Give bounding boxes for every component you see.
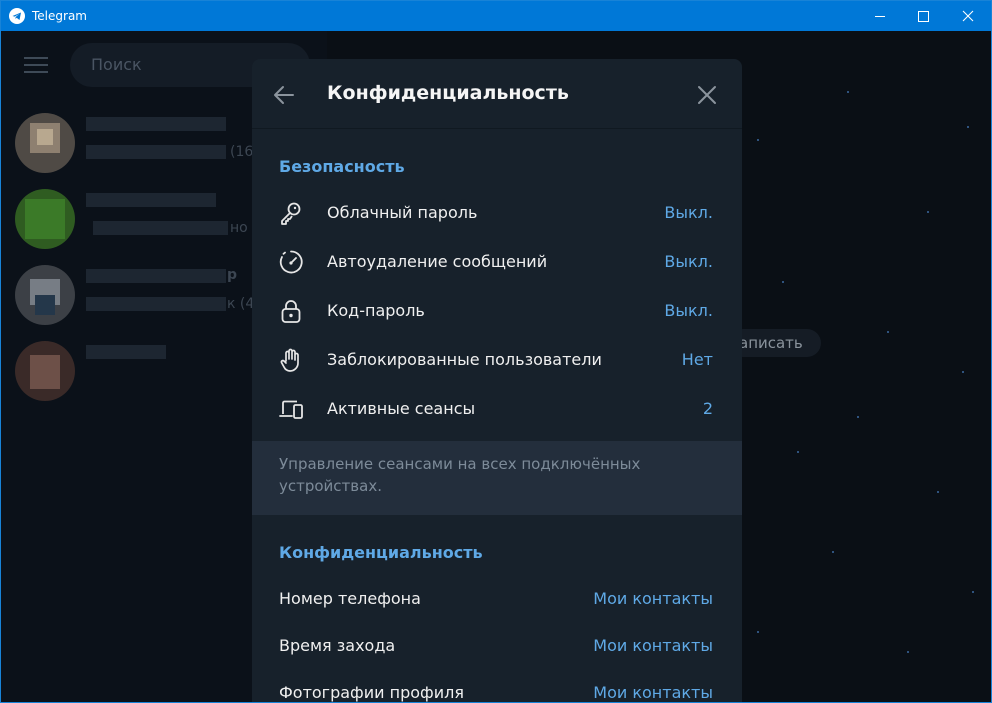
row-value: 2 [702, 399, 713, 418]
background-pattern-dot [967, 126, 969, 128]
background-pattern-dot [937, 491, 939, 493]
background-pattern-dot [797, 451, 799, 453]
avatar [15, 113, 75, 173]
background-pattern-dot [857, 416, 859, 418]
row-value: Мои контакты [593, 683, 713, 702]
security-section-heading: Безопасность [279, 157, 405, 176]
auto-delete-messages-row[interactable]: Автоудаление сообщений Выкл. [252, 238, 742, 287]
active-sessions-row[interactable]: Активные сеансы 2 [252, 385, 742, 434]
cloud-password-row[interactable]: Облачный пароль Выкл. [252, 189, 742, 238]
key-icon [278, 200, 304, 226]
write-message-pill[interactable]: аписать [729, 329, 821, 357]
row-label: Активные сеансы [327, 399, 476, 418]
hamburger-menu-icon[interactable] [24, 57, 48, 73]
close-icon[interactable] [693, 81, 721, 109]
chat-name-blurred [86, 269, 226, 283]
devices-icon [278, 396, 304, 422]
chat-preview-tail: к (4 [227, 296, 255, 312]
minimize-button[interactable] [857, 1, 903, 31]
avatar [15, 189, 75, 249]
last-seen-row[interactable]: Время захода Мои контакты [252, 622, 742, 671]
back-arrow-icon[interactable] [270, 81, 298, 109]
dialog-title: Конфиденциальность [327, 82, 569, 104]
background-pattern-dot [962, 371, 964, 373]
telegram-logo-icon [9, 8, 25, 24]
maximize-button[interactable] [900, 1, 946, 31]
background-pattern-dot [887, 331, 889, 333]
sessions-hint-text: Управление сеансами на всех подключённых… [279, 455, 641, 495]
lock-icon [278, 298, 304, 324]
window-close-button[interactable] [945, 1, 991, 31]
background-pattern-dot [782, 281, 784, 283]
row-label: Фотографии профиля [279, 683, 464, 702]
window-title: Telegram [32, 9, 87, 23]
row-value: Выкл. [664, 252, 713, 271]
timer-icon [278, 249, 304, 275]
sessions-hint: Управление сеансами на всех подключённых… [252, 441, 742, 515]
chat-name-blurred [86, 193, 216, 207]
background-pattern-dot [832, 551, 834, 553]
avatar [15, 265, 75, 325]
row-value: Выкл. [664, 301, 713, 320]
privacy-settings-dialog: Конфиденциальность Безопасность Облачный… [252, 59, 742, 702]
passcode-row[interactable]: Код-пароль Выкл. [252, 287, 742, 336]
row-value: Нет [681, 350, 713, 369]
background-pattern-dot [972, 591, 974, 593]
background-pattern-dot [847, 91, 849, 93]
avatar [15, 341, 75, 401]
title-bar: Telegram [1, 1, 991, 31]
chat-name-blurred [86, 345, 166, 359]
chat-preview-tail: (16 [230, 144, 254, 160]
privacy-section-heading: Конфиденциальность [279, 543, 483, 562]
chat-preview-blurred [86, 297, 226, 311]
row-label: Заблокированные пользователи [327, 350, 602, 369]
chat-name-blurred [86, 117, 226, 131]
blocked-users-row[interactable]: Заблокированные пользователи Нет [252, 336, 742, 385]
row-value: Выкл. [664, 203, 713, 222]
background-pattern-dot [907, 651, 909, 653]
row-value: Мои контакты [593, 589, 713, 608]
telegram-window: Telegram Поиск (16 но б р к (4 аписать К… [0, 0, 992, 703]
row-label: Время захода [279, 636, 396, 655]
profile-photos-row[interactable]: Фотографии профиля Мои контакты [252, 669, 742, 702]
row-value: Мои контакты [593, 636, 713, 655]
write-message-label: аписать [739, 334, 803, 352]
background-pattern-dot [757, 631, 759, 633]
row-label: Номер телефона [279, 589, 421, 608]
chat-preview-blurred [86, 145, 226, 159]
hand-icon [278, 347, 304, 373]
search-placeholder: Поиск [91, 55, 142, 74]
background-pattern-dot [927, 211, 929, 213]
row-label: Автоудаление сообщений [327, 252, 548, 271]
dialog-header: Конфиденциальность [252, 59, 742, 129]
row-label: Облачный пароль [327, 203, 478, 222]
row-label: Код-пароль [327, 301, 425, 320]
chat-name-tail: р [227, 267, 238, 283]
background-pattern-dot [757, 139, 759, 141]
phone-number-row[interactable]: Номер телефона Мои контакты [252, 575, 742, 624]
chat-preview-blurred [93, 221, 228, 235]
